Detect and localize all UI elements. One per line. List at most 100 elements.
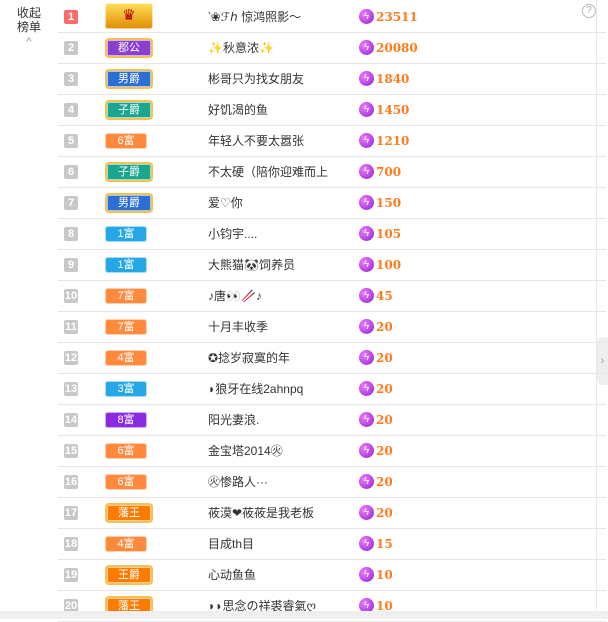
rank-number: 1 <box>64 10 78 24</box>
contribution-score: 20 <box>376 506 393 520</box>
ranking-row[interactable]: 13 3富 ◗狼牙在线2ahnpq ϟ 20 <box>58 374 606 405</box>
ranking-row[interactable]: 19 王爵 心动鱼鱼 ϟ 10 <box>58 560 606 591</box>
rank-number: 15 <box>64 444 78 458</box>
ranking-row[interactable]: 3 男爵 彬哥只为找女朋友 ϟ 1840 <box>58 64 606 95</box>
level-badge: 3富 <box>105 381 147 397</box>
contribution-score: 100 <box>376 258 402 272</box>
lightning-icon: ϟ <box>359 319 374 334</box>
ranking-row[interactable]: 10 7富 ♪唐👀🥢♪ ϟ 45 <box>58 281 606 312</box>
ranking-row[interactable]: 16 6富 ㊋惨路人··· ϟ 20 <box>58 467 606 498</box>
contribution-score: 15 <box>376 537 393 551</box>
rank-number: 7 <box>64 196 78 210</box>
contribution-score: 1840 <box>376 72 410 86</box>
rank-number: 6 <box>64 165 78 179</box>
ranking-row[interactable]: 11 7富 十月丰收季 ϟ 20 <box>58 312 606 343</box>
rank-number: 12 <box>64 351 78 365</box>
lightning-icon: ϟ <box>359 102 374 117</box>
lightning-icon: ϟ <box>359 474 374 489</box>
level-badge: 王爵 <box>105 565 153 585</box>
ranking-row[interactable]: 6 子爵 不太硬（陪你迎难而上 ϟ 700 <box>58 157 606 188</box>
contribution-score: 20 <box>376 413 393 427</box>
contribution-score: 20 <box>376 382 393 396</box>
lightning-icon: ϟ <box>359 443 374 458</box>
ranking-row[interactable]: 8 1富 小钧宇.... ϟ 105 <box>58 219 606 250</box>
rank-number: 11 <box>64 320 78 334</box>
lightning-icon: ϟ <box>359 133 374 148</box>
level-badge: 6富 <box>105 133 147 149</box>
level-badge: 1富 <box>105 226 147 242</box>
lightning-icon: ϟ <box>359 536 374 551</box>
level-badge: 6富 <box>105 443 147 459</box>
ranking-row[interactable]: 12 4富 ✪捻岁寂寞的年 ϟ 20 <box>58 343 606 374</box>
level-badge: 1富 <box>105 257 147 273</box>
lightning-icon: ϟ <box>359 9 374 24</box>
rank-number: 17 <box>64 506 78 520</box>
level-badge: 7富 <box>105 319 147 335</box>
rank-number: 2 <box>64 41 78 55</box>
lightning-icon: ϟ <box>359 164 374 179</box>
lightning-icon: ϟ <box>359 412 374 427</box>
rank-number: 8 <box>64 227 78 241</box>
crown-icon: ♛ <box>105 3 153 29</box>
ranking-row[interactable]: 18 4富 目成th目 ϟ 15 <box>58 529 606 560</box>
contribution-score: 20 <box>376 320 393 334</box>
lightning-icon: ϟ <box>359 257 374 272</box>
rank-number: 18 <box>64 537 78 551</box>
collapse-ranking-button[interactable]: 收起 榜单 ^ <box>14 6 44 48</box>
level-badge: 男爵 <box>105 193 153 213</box>
rank-number: 5 <box>64 134 78 148</box>
lightning-icon: ϟ <box>359 505 374 520</box>
rank-number: 13 <box>64 382 78 396</box>
ranking-row[interactable]: 4 子爵 好饥渴的鱼 ϟ 1450 <box>58 95 606 126</box>
rank-number: 16 <box>64 475 78 489</box>
level-badge: 8富 <box>105 412 147 428</box>
level-badge: 子爵 <box>105 100 153 120</box>
rank-number: 10 <box>64 289 78 303</box>
level-badge: 郡公 <box>105 38 153 58</box>
lightning-icon: ϟ <box>359 226 374 241</box>
contribution-score: 45 <box>376 289 393 303</box>
level-badge: 7富 <box>105 288 147 304</box>
ranking-row[interactable]: 9 1富 大熊猫🐼饲养员 ϟ 100 <box>58 250 606 281</box>
contribution-score: 20 <box>376 444 393 458</box>
lightning-icon: ϟ <box>359 288 374 303</box>
lightning-icon: ϟ <box>359 350 374 365</box>
ranking-row[interactable]: 14 8富 阳光妻浪. ϟ 20 <box>58 405 606 436</box>
ranking-row[interactable]: 5 6富 年轻人不要太嚣张 ϟ 1210 <box>58 126 606 157</box>
level-badge: 子爵 <box>105 162 153 182</box>
lightning-icon: ϟ <box>359 381 374 396</box>
level-badge: 藩王 <box>105 503 153 523</box>
chevron-up-icon: ^ <box>26 36 32 48</box>
rank-number: 19 <box>64 568 78 582</box>
ranking-row[interactable]: 15 6富 金宝塔2014㊋ ϟ 20 <box>58 436 606 467</box>
collapse-label-line1: 收起 <box>16 6 41 20</box>
collapse-label-line2: 榜单 <box>16 20 41 34</box>
contribution-score: 10 <box>376 568 393 582</box>
lightning-icon: ϟ <box>359 40 374 55</box>
contribution-score: 20 <box>376 475 393 489</box>
bottom-scroll-bar <box>0 611 608 619</box>
ranking-row[interactable]: 2 郡公 ✨秋意浓✨ ϟ 20080 <box>58 33 606 64</box>
rank-number: 9 <box>64 258 78 272</box>
level-badge: 4富 <box>105 536 147 552</box>
lightning-icon: ϟ <box>359 71 374 86</box>
contribution-score: 20 <box>376 351 393 365</box>
rank-number: 4 <box>64 103 78 117</box>
contribution-score: 150 <box>376 196 402 210</box>
contribution-score: 1210 <box>376 134 410 148</box>
ranking-list: 1 ♛ ‵❀ℱℎ 惊鸿照影～ ϟ 23511 2 郡公 ✨秋意浓✨ ϟ 20080 3 男爵 彬哥只为找… <box>58 2 606 622</box>
contribution-score: 105 <box>376 227 402 241</box>
contribution-score: 1450 <box>376 103 410 117</box>
level-badge: 4富 <box>105 350 147 366</box>
ranking-row[interactable]: 7 男爵 爱♡你 ϟ 150 <box>58 188 606 219</box>
level-badge: 6富 <box>105 474 147 490</box>
lightning-icon: ϟ <box>359 567 374 582</box>
contribution-score: 23511 <box>376 10 418 24</box>
rank-number: 3 <box>64 72 78 86</box>
lightning-icon: ϟ <box>359 195 374 210</box>
ranking-row[interactable]: 1 ♛ ‵❀ℱℎ 惊鸿照影～ ϟ 23511 <box>58 2 606 33</box>
contribution-score: 20080 <box>376 41 418 55</box>
contribution-score: 700 <box>376 165 402 179</box>
ranking-row[interactable]: 17 藩王 莜漠❤莜莜是我老板 ϟ 20 <box>58 498 606 529</box>
rank-number: 14 <box>64 413 78 427</box>
